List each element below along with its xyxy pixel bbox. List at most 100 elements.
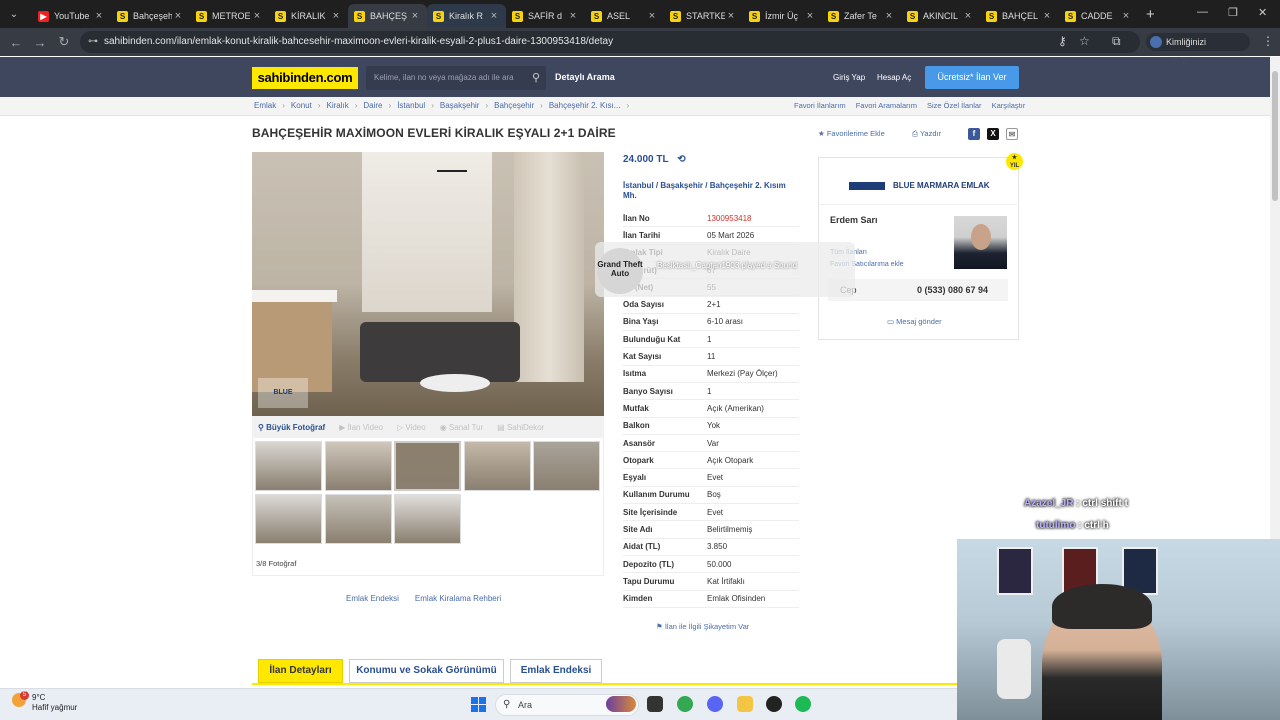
facebook-share-icon[interactable]: f [968, 128, 980, 140]
photo-thumbnail[interactable] [394, 441, 461, 491]
tab-close-icon[interactable]: × [330, 10, 342, 22]
register-link[interactable]: Hesap Aç [877, 73, 911, 82]
spec-row: Isıtma Merkezi (Pay Ölçer) [623, 366, 799, 383]
photo-thumbnail[interactable] [255, 494, 322, 544]
tab-listing-details[interactable]: İlan Detayları [258, 659, 343, 683]
photo-tool-0[interactable]: ⚲ Büyük Fotoğraf [258, 423, 325, 432]
breadcrumb-item[interactable]: Bahçeşehir 2. Kısı... [549, 101, 621, 110]
email-share-icon[interactable]: ✉ [1006, 128, 1018, 140]
browser-tab[interactable]: S KİRALIK × [269, 4, 348, 28]
photo-thumbnail[interactable] [533, 441, 600, 491]
task-view-icon[interactable] [647, 696, 663, 712]
breadcrumb-item[interactable]: Başakşehir [440, 101, 480, 110]
new-tab-icon[interactable]: + [1146, 6, 1155, 23]
breadcrumb-right-link[interactable]: Favori Aramalarım [856, 101, 917, 110]
profile-button[interactable]: Kimliğinizi doğrulayın [1146, 33, 1250, 65]
browser-tab[interactable]: S CADDE × [1059, 4, 1138, 28]
breadcrumb-item[interactable]: Emlak [254, 101, 276, 110]
reload-icon[interactable]: ↻ [52, 34, 76, 50]
bookmark-star-icon[interactable]: ☆ [1079, 34, 1090, 48]
browser-tab[interactable]: S İzmir Üç × [743, 4, 822, 28]
main-photo[interactable] [252, 152, 604, 416]
forward-icon[interactable]: → [28, 35, 52, 50]
tab-location[interactable]: Konumu ve Sokak Görünümü [349, 659, 504, 683]
browser-tab[interactable]: S Bahçeşeh × [111, 4, 190, 28]
emlak-link[interactable]: Emlak Kiralama Rehberi [415, 594, 501, 603]
tab-emlak-index[interactable]: Emlak Endeksi [510, 659, 602, 683]
site-info-icon[interactable]: ⊶ [88, 31, 98, 53]
chrome-icon[interactable] [677, 696, 693, 712]
tab-search-icon[interactable]: ⌄ [6, 6, 22, 22]
breadcrumb-item[interactable]: Kiralık [326, 101, 348, 110]
close-window-icon[interactable]: ✕ [1258, 6, 1267, 19]
start-button[interactable] [471, 697, 486, 712]
password-key-icon[interactable]: ⚷ [1058, 34, 1067, 48]
login-link[interactable]: Giriş Yap [833, 73, 865, 82]
browser-tab[interactable]: S Kiralık R × [427, 4, 506, 28]
obs-icon[interactable] [766, 696, 782, 712]
back-icon[interactable]: ← [4, 35, 28, 50]
minimize-icon[interactable]: — [1197, 6, 1208, 18]
tab-close-icon[interactable]: × [725, 10, 737, 22]
site-logo[interactable]: sahibinden.com [252, 67, 358, 89]
office-name[interactable]: BLUE MARMARA EMLAK [849, 181, 990, 190]
print-link[interactable]: ⎙ Yazdır [912, 129, 941, 139]
maximize-icon[interactable]: ❐ [1228, 6, 1238, 19]
tab-close-icon[interactable]: × [1041, 10, 1053, 22]
breadcrumb-right-link[interactable]: Favori İlanlarım [794, 101, 846, 110]
url-field[interactable]: ⊶ sahibinden.com/ilan/emlak-konut-kirali… [80, 31, 1140, 53]
location-link[interactable]: Başakşehir [660, 181, 703, 190]
spotify-icon[interactable] [795, 696, 811, 712]
extensions-icon[interactable]: ⧉ [1112, 34, 1121, 49]
browser-tab[interactable]: S AKINCIL × [901, 4, 980, 28]
tab-close-icon[interactable]: × [251, 10, 263, 22]
site-search-input[interactable]: Kelime, ilan no veya mağaza adı ile ara … [366, 66, 546, 90]
tab-close-icon[interactable]: × [646, 10, 658, 22]
detailed-search-link[interactable]: Detaylı Arama [555, 72, 615, 82]
photo-thumbnail[interactable] [463, 441, 531, 491]
browser-tab[interactable]: ▶ YouTube × [32, 4, 111, 28]
price-history-icon[interactable]: ⟲ [677, 154, 685, 165]
breadcrumb-right-link[interactable]: Size Özel İlanlar [927, 101, 982, 110]
discord-icon[interactable] [707, 696, 723, 712]
send-message-link[interactable]: ▭ Mesaj gönder [887, 317, 942, 326]
tab-close-icon[interactable]: × [962, 10, 974, 22]
browser-tab[interactable]: S SAFİR d × [506, 4, 585, 28]
search-highlight-icon[interactable] [606, 696, 636, 712]
browser-menu-icon[interactable]: ⋮ [1262, 34, 1274, 48]
browser-tab[interactable]: S STARTKE × [664, 4, 743, 28]
photo-thumbnail[interactable] [394, 494, 461, 544]
tab-close-icon[interactable]: × [567, 10, 579, 22]
tab-close-icon[interactable]: × [93, 10, 105, 22]
location-link[interactable]: İstanbul [623, 181, 654, 190]
add-favorite-link[interactable]: ★ Favorilerime Ekle [818, 129, 885, 138]
breadcrumb-item[interactable]: İstanbul [397, 101, 425, 110]
scrollbar-thumb[interactable] [1272, 71, 1278, 201]
breadcrumb-item[interactable]: Daire [363, 101, 382, 110]
emlak-link[interactable]: Emlak Endeksi [346, 594, 399, 603]
weather-widget[interactable]: 5 9°C Hafif yağmur [12, 691, 77, 713]
search-icon[interactable]: ⚲ [532, 66, 540, 90]
breadcrumb-item[interactable]: Konut [291, 101, 312, 110]
browser-tab[interactable]: S ASEL × [585, 4, 664, 28]
browser-tab[interactable]: S BAHÇEŞ × [348, 4, 427, 28]
phone-number[interactable]: 0 (533) 080 67 94 [917, 279, 988, 301]
x-share-icon[interactable]: X [987, 128, 999, 140]
breadcrumb-right-link[interactable]: Karşılaştır [992, 101, 1026, 110]
tab-close-icon[interactable]: × [172, 10, 184, 22]
breadcrumb-item[interactable]: Bahçeşehir [494, 101, 534, 110]
photo-thumbnail[interactable] [255, 441, 322, 491]
browser-tab[interactable]: S Zafer Te × [822, 4, 901, 28]
file-explorer-icon[interactable] [737, 696, 753, 712]
post-ad-button[interactable]: Ücretsiz* İlan Ver [925, 66, 1019, 89]
tab-close-icon[interactable]: × [409, 10, 421, 22]
tab-close-icon[interactable]: × [883, 10, 895, 22]
browser-tab[interactable]: S BAHÇEL × [980, 4, 1059, 28]
photo-thumbnail[interactable] [324, 441, 392, 491]
tab-close-icon[interactable]: × [1120, 10, 1132, 22]
photo-thumbnail[interactable] [324, 494, 392, 544]
tab-close-icon[interactable]: × [488, 10, 500, 22]
browser-tab[interactable]: S METROE × [190, 4, 269, 28]
complaint-link[interactable]: ⚑ İlan ile İlgili Şikayetim Var [656, 622, 749, 631]
tab-close-icon[interactable]: × [804, 10, 816, 22]
